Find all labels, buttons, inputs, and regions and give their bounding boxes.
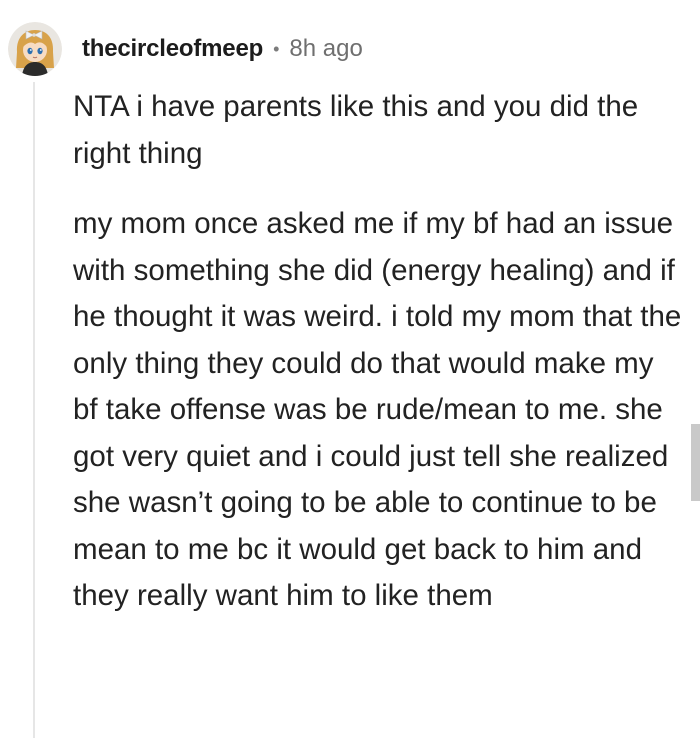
- cartoon-girl-avatar-icon: [8, 22, 62, 76]
- comment-body: NTA i have parents like this and you did…: [73, 84, 683, 620]
- username[interactable]: thecircleofmeep: [82, 35, 263, 63]
- comment-paragraph: NTA i have parents like this and you did…: [73, 90, 639, 170]
- scrollbar[interactable]: [691, 424, 700, 501]
- separator-dot: •: [273, 38, 280, 59]
- comment-header: thecircleofmeep • 8h ago: [8, 20, 363, 78]
- thread-line: [33, 82, 35, 738]
- avatar[interactable]: [8, 22, 62, 76]
- timestamp: 8h ago: [289, 35, 363, 62]
- comment-paragraph: my mom once asked me if my bf had an iss…: [73, 207, 682, 612]
